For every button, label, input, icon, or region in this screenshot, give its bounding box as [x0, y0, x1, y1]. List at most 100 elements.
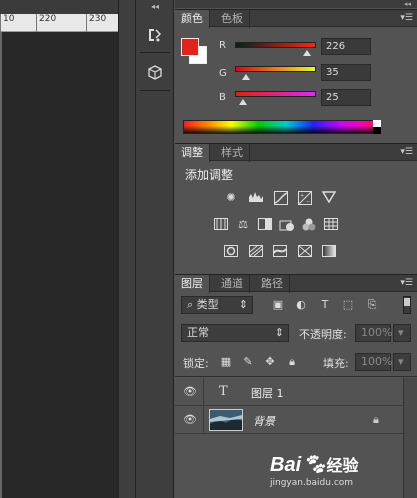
slider-b-track[interactable]: [235, 91, 316, 97]
tab-color[interactable]: 颜色: [175, 10, 210, 28]
photo-filter-icon[interactable]: [279, 218, 295, 232]
exposure-icon[interactable]: + −: [297, 191, 313, 205]
channel-label-b: B: [219, 92, 226, 103]
watermark-brand: Bai: [270, 454, 302, 476]
paw-logo-icon: 🐾︎: [301, 454, 327, 476]
svg-text:+: +: [300, 193, 304, 199]
tab-paths[interactable]: 路径: [255, 275, 290, 293]
layer-name[interactable]: 背景: [253, 413, 275, 429]
document-canvas[interactable]: 10 220 230: [0, 0, 118, 498]
layer-row-background[interactable]: 👁︎ 背景 🔒︎: [175, 406, 403, 434]
lock-transparent-icon[interactable]: ▦: [219, 355, 233, 369]
panel-collapse-grip[interactable]: ◂◂: [175, 0, 417, 8]
foreground-color-swatch[interactable]: [181, 38, 199, 56]
brightness-icon[interactable]: ✺: [223, 191, 239, 205]
g-value-field[interactable]: 35: [321, 64, 371, 81]
history-icon[interactable]: [144, 24, 166, 46]
visibility-eye-icon[interactable]: 👁︎: [183, 413, 197, 427]
color-panel-header: 颜色 色板 ▾☰: [175, 9, 417, 28]
add-adjustment-title: 添加调整: [185, 168, 234, 182]
ruler-tick: 230: [86, 14, 106, 32]
opacity-dropdown-button[interactable]: ▾: [393, 324, 411, 342]
horizontal-ruler: 10 220 230: [0, 14, 118, 32]
3d-cube-icon[interactable]: [144, 62, 166, 84]
layer-filter-kind: 类型: [196, 298, 219, 311]
threshold-icon[interactable]: [272, 245, 288, 259]
row-divider: [203, 378, 204, 406]
slider-b-thumb[interactable]: [238, 99, 247, 105]
filter-pixel-icon[interactable]: ▣: [271, 298, 285, 312]
lock-label: 锁定:: [183, 357, 209, 370]
fill-label: 填充:: [323, 357, 349, 370]
slider-r-track[interactable]: [235, 42, 316, 48]
selective-color-icon[interactable]: [297, 245, 313, 259]
ruler-tick: 220: [36, 14, 56, 32]
layer-row-text[interactable]: 👁︎ T 图层 1: [175, 378, 403, 406]
layer-thumbnail: [209, 409, 243, 431]
tab-adjustments[interactable]: 调整: [175, 144, 210, 162]
search-icon: ⌕: [187, 298, 197, 311]
hue-saturation-icon[interactable]: [213, 218, 229, 232]
watermark-url: jingyan.baidu.com: [270, 478, 354, 488]
slider-r-thumb[interactable]: [302, 50, 311, 56]
b-value-field[interactable]: 25: [321, 89, 371, 106]
visibility-eye-icon[interactable]: 👁︎: [183, 385, 197, 399]
text-layer-icon: T: [219, 384, 228, 399]
opacity-label: 不透明度:: [299, 328, 347, 341]
slider-g-track[interactable]: [235, 66, 316, 72]
r-value-field[interactable]: 226: [321, 38, 371, 55]
color-balance-icon[interactable]: ⚖: [235, 218, 251, 232]
panel-menu-icon[interactable]: ▾☰: [400, 10, 413, 27]
levels-icon[interactable]: [248, 191, 264, 205]
filter-adjustment-icon[interactable]: ◐: [294, 298, 308, 312]
color-spectrum-bar[interactable]: [183, 120, 381, 134]
panel-menu-icon[interactable]: ▾☰: [400, 275, 413, 292]
panel-menu-icon[interactable]: ▾☰: [400, 144, 413, 161]
panel-stack: ◂◂ 颜色 色板 ▾☰ R 226 G 35 B 25 调整 样式 ▾☰ 添加调…: [175, 0, 417, 498]
dock-collapse-grip[interactable]: ◂◂: [136, 2, 174, 12]
gradient-map-icon[interactable]: [321, 245, 337, 259]
lock-position-move-icon[interactable]: ✥: [263, 355, 277, 369]
row-divider: [203, 406, 204, 434]
lock-all-icon[interactable]: 🔒︎: [285, 355, 299, 369]
layer-filter-select[interactable]: ⌕ 类型 ⇕: [181, 296, 253, 314]
vertical-ruler-edge: [0, 32, 2, 498]
lock-image-brush-icon[interactable]: ✎: [241, 355, 255, 369]
layer-name[interactable]: 图层 1: [251, 385, 284, 401]
ruler-tick: 10: [0, 14, 14, 32]
channel-mixer-icon[interactable]: [301, 218, 317, 232]
spectrum-black-white[interactable]: [373, 120, 381, 134]
filter-toggle-switch[interactable]: [403, 296, 411, 314]
chevron-updown-icon: ⇕: [238, 298, 248, 311]
layers-divider: [175, 376, 417, 377]
blend-mode-value: 正常: [187, 326, 209, 339]
adjustments-panel-header: 调整 样式 ▾☰: [175, 143, 417, 162]
invert-icon[interactable]: [223, 245, 239, 259]
vibrance-icon[interactable]: [321, 191, 337, 205]
posterize-icon[interactable]: [248, 245, 264, 259]
filter-smart-object-icon[interactable]: ⎘: [365, 298, 379, 312]
curves-icon[interactable]: [273, 191, 289, 205]
scroll-gutter[interactable]: [118, 0, 136, 498]
slider-g-thumb[interactable]: [242, 74, 251, 80]
black-white-icon[interactable]: [257, 218, 273, 232]
fill-field[interactable]: 100%: [355, 353, 392, 371]
baidu-watermark: Bai🐾︎经验 jingyan.baidu.com: [270, 454, 415, 498]
collapsed-panel-dock: ◂◂: [136, 0, 174, 498]
color-lookup-icon[interactable]: [323, 218, 339, 232]
fill-dropdown-button[interactable]: ▾: [393, 353, 411, 371]
tab-swatches[interactable]: 色板: [215, 10, 250, 28]
tab-layers[interactable]: 图层: [175, 275, 210, 293]
tab-channels[interactable]: 通道: [215, 275, 250, 293]
watermark-brand-cn: 经验: [326, 458, 359, 475]
filter-type-icon[interactable]: T: [318, 298, 332, 312]
dock-divider: [140, 52, 170, 53]
canvas-top-strip: [0, 0, 118, 14]
chevron-updown-icon: ⇕: [274, 326, 284, 339]
channel-label-r: R: [219, 40, 226, 51]
channel-label-g: G: [219, 68, 227, 79]
tab-styles[interactable]: 样式: [215, 144, 250, 162]
filter-shape-icon[interactable]: ⬚: [341, 298, 355, 312]
blend-mode-select[interactable]: 正常 ⇕: [181, 324, 289, 342]
opacity-field[interactable]: 100%: [355, 324, 392, 342]
